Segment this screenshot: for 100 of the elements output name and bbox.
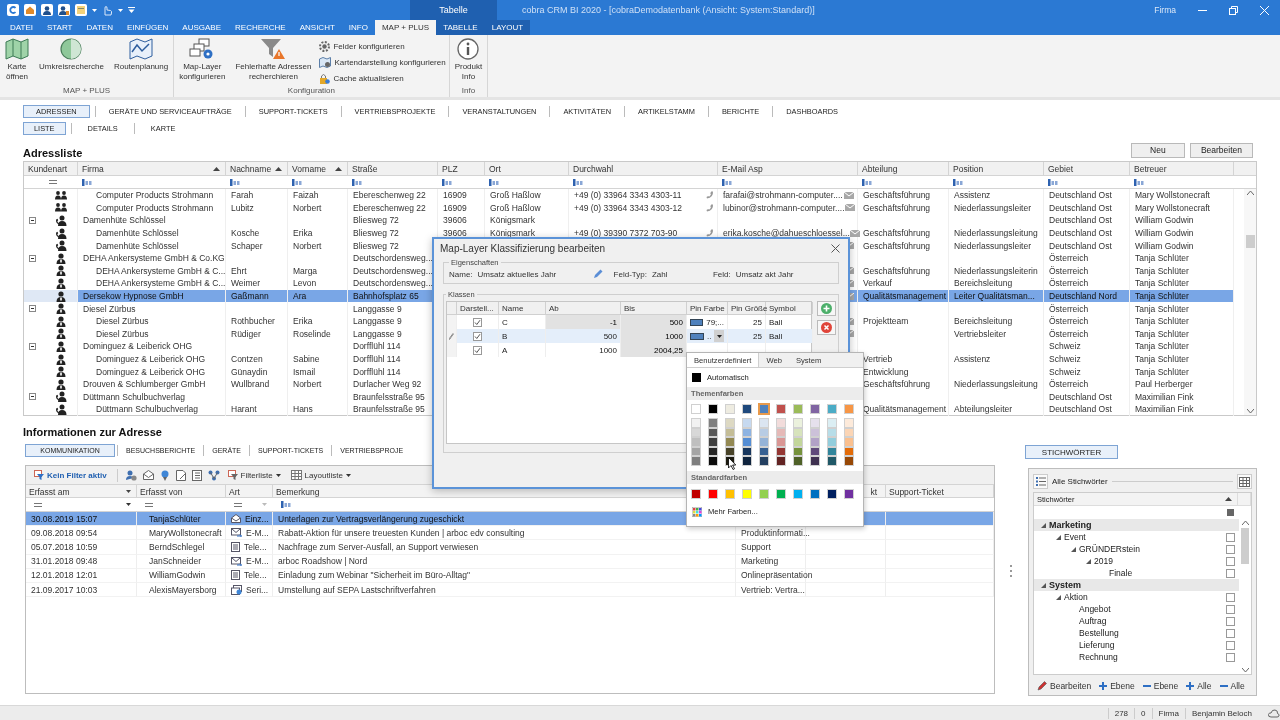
checkbox[interactable] bbox=[473, 331, 482, 341]
customize-caret-icon[interactable] bbox=[128, 7, 135, 13]
column-header[interactable]: E-Mail Asp bbox=[718, 162, 858, 176]
table-row[interactable]: 31.01.2018 09:48 JanSchneider E-M... arboc Roadshow | Nord Marketing bbox=[26, 554, 994, 569]
ribbon-button[interactable]: Kartendarstellung konfigurieren bbox=[319, 55, 446, 70]
person-add-icon[interactable] bbox=[125, 469, 137, 481]
pin-icon[interactable] bbox=[159, 469, 170, 481]
color-swatch[interactable] bbox=[810, 446, 820, 456]
color-swatch[interactable] bbox=[742, 437, 752, 447]
color-swatch[interactable] bbox=[742, 427, 752, 437]
color-swatch[interactable] bbox=[691, 437, 701, 447]
color-swatch[interactable] bbox=[793, 456, 803, 466]
category-row[interactable]: Marketing bbox=[1034, 519, 1239, 531]
table-row[interactable]: 12.01.2018 12:01 WilliamGodwin Tele... Einladung zum Webinar "Sicherheit im Büro-Alltag" Onlinepräsentation bbox=[26, 568, 994, 583]
color-swatch[interactable] bbox=[691, 456, 701, 466]
keywords-button[interactable]: STICHWÖRTER bbox=[1025, 445, 1118, 459]
color-swatch[interactable] bbox=[844, 456, 854, 466]
scroll-thumb[interactable] bbox=[1245, 235, 1255, 248]
color-swatch[interactable] bbox=[776, 418, 786, 428]
color-swatch[interactable] bbox=[759, 446, 769, 456]
tree-item[interactable]: Event bbox=[1064, 532, 1226, 542]
collapse-triangle-icon[interactable] bbox=[1086, 558, 1091, 564]
tree-view-button[interactable] bbox=[1033, 474, 1048, 489]
color-swatch[interactable] bbox=[742, 404, 752, 414]
color-swatch[interactable] bbox=[844, 437, 854, 447]
color-swatch[interactable] bbox=[810, 488, 820, 499]
color-swatch[interactable] bbox=[708, 446, 718, 456]
action-button[interactable]: Bearbeiten bbox=[1037, 681, 1092, 691]
color-swatch[interactable] bbox=[827, 404, 837, 414]
color-swatch[interactable] bbox=[844, 488, 854, 499]
color-swatch[interactable] bbox=[742, 446, 752, 456]
color-swatch[interactable] bbox=[827, 437, 837, 447]
scroll-thumb[interactable] bbox=[1241, 528, 1249, 564]
collapse-triangle-icon[interactable] bbox=[1041, 522, 1046, 528]
envelope-icon[interactable] bbox=[142, 470, 154, 480]
collapse-icon[interactable] bbox=[29, 305, 36, 313]
ribbon-button[interactable]: Umkreisrecherche bbox=[37, 38, 106, 86]
checkbox[interactable] bbox=[473, 345, 482, 355]
color-swatch[interactable] bbox=[691, 488, 701, 499]
scroll-up-icon[interactable] bbox=[1241, 521, 1249, 525]
network-icon[interactable] bbox=[207, 469, 220, 481]
column-header[interactable]: Straße bbox=[348, 162, 438, 176]
collapse-triangle-icon[interactable] bbox=[1056, 534, 1061, 540]
column-header[interactable]: Erfasst am bbox=[26, 485, 137, 498]
ribbon-button[interactable]: Produkt Info bbox=[452, 38, 485, 86]
color-swatch[interactable] bbox=[725, 427, 735, 437]
table-row[interactable]: B 500 1000 .. 25 Ball bbox=[447, 329, 811, 343]
column-header[interactable]: Support-Ticket bbox=[886, 485, 994, 498]
color-swatch[interactable] bbox=[776, 437, 786, 447]
color-swatch[interactable] bbox=[810, 404, 820, 414]
color-swatch[interactable] bbox=[793, 488, 803, 499]
column-header[interactable]: Name bbox=[499, 302, 546, 314]
color-swatch[interactable] bbox=[691, 427, 701, 437]
table-row[interactable]: Damenhüte Schlössel Bliesweg 72 39606 Königsmark Deutschland Ost William Godwin bbox=[24, 214, 1244, 227]
list-icon[interactable] bbox=[191, 469, 202, 481]
tree-item[interactable]: Bestellung bbox=[1079, 628, 1226, 638]
color-swatch[interactable] bbox=[793, 437, 803, 447]
table-view-button[interactable] bbox=[1237, 474, 1252, 489]
checkbox[interactable] bbox=[473, 317, 482, 327]
color-swatch[interactable] bbox=[776, 446, 786, 456]
color-swatch[interactable] bbox=[810, 427, 820, 437]
collapse-triangle-icon[interactable] bbox=[1056, 594, 1061, 600]
column-header[interactable]: Position bbox=[949, 162, 1044, 176]
filter-status-button[interactable]: Kein Filter aktiv bbox=[32, 470, 109, 480]
action-button[interactable]: Alle bbox=[1219, 681, 1245, 691]
checkbox[interactable] bbox=[1226, 592, 1235, 602]
ribbon-tab[interactable]: INFO bbox=[341, 20, 375, 35]
color-swatch[interactable] bbox=[725, 446, 735, 456]
column-header[interactable]: Nachname bbox=[226, 162, 288, 176]
ribbon-button[interactable]: Routenplanung bbox=[111, 38, 171, 86]
color-swatch[interactable] bbox=[759, 456, 769, 466]
ribbon-tab[interactable]: AUSGABE bbox=[175, 20, 228, 35]
tree-item[interactable]: Finale bbox=[1109, 568, 1226, 578]
collapse-icon[interactable] bbox=[29, 254, 36, 262]
action-button[interactable]: Alle bbox=[1186, 681, 1212, 691]
column-header[interactable]: Firma bbox=[78, 162, 226, 176]
color-swatch[interactable] bbox=[708, 404, 718, 414]
color-swatch[interactable] bbox=[793, 427, 803, 437]
toolbar-button[interactable]: Neu bbox=[1130, 142, 1185, 158]
close-icon[interactable] bbox=[831, 244, 840, 253]
pencil-icon[interactable] bbox=[592, 269, 603, 279]
scroll-down-icon[interactable] bbox=[1246, 409, 1254, 413]
color-swatch[interactable] bbox=[827, 446, 837, 456]
color-swatch[interactable] bbox=[776, 456, 786, 466]
tree-item[interactable]: Rechnung bbox=[1079, 652, 1226, 662]
column-header[interactable]: Betreuer bbox=[1130, 162, 1234, 176]
collapse-triangle-icon[interactable] bbox=[1071, 546, 1076, 552]
ribbon-tab[interactable]: TABELLE bbox=[436, 20, 485, 35]
layout-list-button[interactable]: Layoutliste bbox=[288, 470, 353, 480]
color-swatch[interactable] bbox=[725, 404, 735, 414]
checkbox[interactable] bbox=[1226, 616, 1235, 626]
action-button[interactable]: Ebene bbox=[1142, 681, 1179, 691]
cloud-icon[interactable] bbox=[1268, 708, 1280, 719]
color-swatch[interactable] bbox=[759, 437, 769, 447]
ribbon-button[interactable]: Map-Layer konfigurieren bbox=[177, 38, 228, 86]
checkbox[interactable] bbox=[1226, 652, 1235, 662]
color-swatch[interactable] bbox=[810, 418, 820, 428]
collapse-icon[interactable] bbox=[29, 217, 36, 224]
person-icon[interactable] bbox=[41, 4, 53, 16]
color-swatch[interactable] bbox=[691, 446, 701, 456]
